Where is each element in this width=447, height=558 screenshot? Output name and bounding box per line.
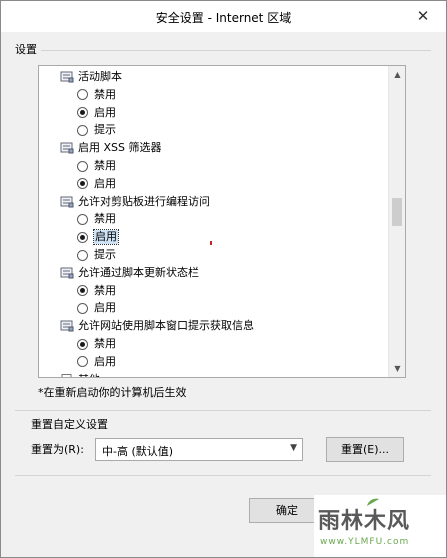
watermark-logo: 雨林木风 www.YLMFU.com <box>314 495 446 557</box>
option-label: 提示 <box>94 123 116 137</box>
option-label: 启用 <box>93 229 119 246</box>
reset-level-select[interactable]: 中-高 (默认值) ▼ <box>95 438 303 461</box>
settings-category-icon <box>60 142 74 154</box>
category-label: 允许网站使用脚本窗口提示获取信息 <box>78 319 254 333</box>
radio-button[interactable] <box>77 338 88 350</box>
setting-option[interactable]: 禁用 <box>77 282 116 300</box>
setting-option[interactable]: 禁用 <box>77 210 116 228</box>
scroll-down-arrow-icon[interactable]: ▼ <box>389 360 405 377</box>
radio-button[interactable] <box>77 231 88 243</box>
radio-button[interactable] <box>77 124 88 136</box>
watermark-url: www.YLMFU.com <box>320 537 410 547</box>
title-bar: 安全设置 - Internet 区域 ✕ <box>1 1 446 32</box>
reset-group-title: 重置自定义设置 <box>29 416 110 432</box>
setting-category: 活动脚本 <box>60 68 122 86</box>
stray-mark <box>210 241 212 245</box>
radio-button[interactable] <box>77 213 88 225</box>
setting-option[interactable]: 启用 <box>77 104 116 122</box>
option-label: 启用 <box>94 301 116 315</box>
option-label: 禁用 <box>94 87 116 101</box>
chevron-down-icon: ▼ <box>290 443 297 453</box>
radio-button[interactable] <box>77 160 88 172</box>
watermark-text: 雨林木风 <box>318 509 411 534</box>
close-icon[interactable]: ✕ <box>414 7 432 25</box>
radio-button[interactable] <box>77 249 88 261</box>
setting-category: 启用 XSS 筛选器 <box>60 139 162 157</box>
settings-category-icon <box>60 320 74 332</box>
vertical-scrollbar[interactable]: ▲ ▼ <box>388 66 405 377</box>
option-label: 禁用 <box>94 212 116 226</box>
radio-button[interactable] <box>77 302 88 314</box>
reset-level-value: 中-高 (默认值) <box>102 445 174 458</box>
radio-button[interactable] <box>77 89 88 101</box>
setting-category: 允许网站使用脚本窗口提示获取信息 <box>60 317 254 335</box>
window-title: 安全设置 - Internet 区域 <box>155 11 292 25</box>
setting-option[interactable]: 启用 <box>77 353 116 371</box>
setting-option[interactable]: 启用 <box>77 175 116 193</box>
category-label: 允许对剪贴板进行编程访问 <box>78 194 210 208</box>
setting-option[interactable]: 启用 <box>77 299 116 317</box>
setting-category-other: 其他 <box>60 371 100 377</box>
setting-option[interactable]: 禁用 <box>77 86 116 104</box>
reset-button[interactable]: 重置(E)... <box>326 437 404 462</box>
reset-to-label: 重置为(R): <box>31 443 84 456</box>
setting-option[interactable]: 提示 <box>77 246 116 264</box>
option-label: 禁用 <box>94 159 116 172</box>
option-label: 提示 <box>94 248 116 261</box>
category-label: 活动脚本 <box>78 70 122 83</box>
settings-group-divider <box>41 50 431 51</box>
settings-category-icon <box>60 267 74 279</box>
settings-tree-list: 活动脚本 禁用 启用 提示 启用 XSS 筛选器 禁用 启用 允许对剪贴板进行编程访问 禁用 启用… <box>39 66 388 377</box>
radio-button[interactable] <box>77 107 88 119</box>
settings-category-icon <box>60 196 74 208</box>
category-label: 其他 <box>78 373 100 377</box>
option-label: 禁用 <box>94 337 116 350</box>
setting-category: 允许对剪贴板进行编程访问 <box>60 193 210 211</box>
settings-category-icon <box>60 71 74 83</box>
radio-button[interactable] <box>77 356 88 368</box>
restart-note: *在重新启动你的计算机后生效 <box>38 386 187 399</box>
setting-option[interactable]: 提示 <box>77 121 116 139</box>
security-settings-dialog: 安全设置 - Internet 区域 ✕ 设置 活动脚本 禁用 启用 提示 启用 XSS… <box>0 0 447 558</box>
setting-option[interactable]: 禁用 <box>77 157 116 175</box>
option-label: 禁用 <box>94 283 116 297</box>
category-label: 允许通过脚本更新状态栏 <box>78 265 199 279</box>
radio-button[interactable] <box>77 178 88 190</box>
document-icon <box>61 373 72 377</box>
reset-group-divider-top <box>15 410 431 411</box>
scroll-up-arrow-icon[interactable]: ▲ <box>389 66 405 83</box>
settings-group-title: 设置 <box>15 43 37 56</box>
scroll-thumb[interactable] <box>392 198 402 226</box>
radio-button[interactable] <box>77 285 88 297</box>
option-label: 启用 <box>94 105 116 119</box>
settings-tree[interactable]: 活动脚本 禁用 启用 提示 启用 XSS 筛选器 禁用 启用 允许对剪贴板进行编程访问 禁用 启用… <box>38 65 406 378</box>
setting-option[interactable]: 禁用 <box>77 335 116 353</box>
setting-category: 允许通过脚本更新状态栏 <box>60 264 199 282</box>
option-label: 启用 <box>94 354 116 368</box>
bottom-divider <box>15 475 431 476</box>
setting-option[interactable]: 启用 <box>77 228 119 246</box>
option-label: 启用 <box>94 176 116 190</box>
category-label: 启用 XSS 筛选器 <box>78 141 162 155</box>
